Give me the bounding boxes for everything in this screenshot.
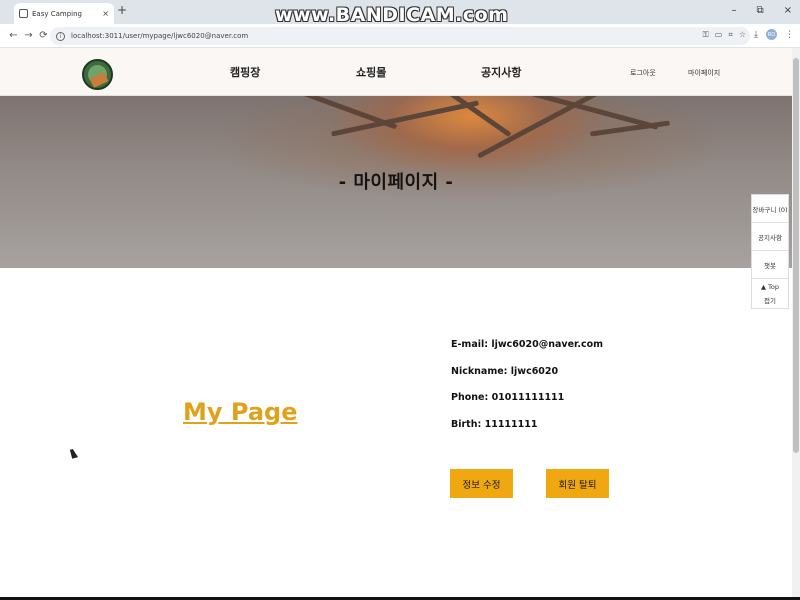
forward-icon[interactable]: → <box>21 30 36 41</box>
reload-icon[interactable]: ⟳ <box>36 30 51 41</box>
scroll-top-button[interactable]: ▲ Top <box>752 279 788 295</box>
site-info-icon[interactable]: i <box>56 31 65 41</box>
profile-avatar[interactable]: RO <box>766 29 777 40</box>
page-title: - 마이페이지 - <box>338 172 454 193</box>
browser-tab[interactable]: Easy Camping × <box>14 3 114 24</box>
mypage-heading[interactable]: My Page <box>183 398 297 426</box>
translate-icon[interactable]: ⌗ <box>728 30 733 40</box>
nav-notice[interactable]: 공지사항 <box>481 64 521 80</box>
window-controls: – ⧉ × <box>731 5 792 16</box>
menu-dots-icon[interactable]: ⋮ <box>785 30 794 40</box>
withdraw-button[interactable]: 회원 탈퇴 <box>546 469 609 498</box>
mouse-cursor-icon <box>69 448 79 459</box>
close-tab-icon[interactable]: × <box>102 9 109 18</box>
fold-menu-button[interactable]: 접기 <box>752 295 788 305</box>
hero-banner: - 마이페이지 - <box>0 96 792 268</box>
edit-info-button[interactable]: 정보 수정 <box>450 469 513 498</box>
nickname-info: Nickname: ljwc6020 <box>451 366 559 377</box>
site-favicon-icon <box>19 9 28 18</box>
camping-logo[interactable] <box>82 59 113 90</box>
nav-shop[interactable]: 쇼핑몰 <box>356 64 386 80</box>
key-icon[interactable]: ⚿ <box>703 30 709 40</box>
browser-toolbar: ← → ⟳ i localhost:3011/user/mypage/ljwc6… <box>0 24 800 48</box>
site-header: 캠핑장 쇼핑몰 공지사항 로그아웃 마이페이지 <box>0 48 792 96</box>
side-cart-button[interactable]: 장바구니 (0) <box>752 195 788 223</box>
tab-title: Easy Camping <box>32 9 82 18</box>
mypage-link[interactable]: 마이페이지 <box>688 68 720 78</box>
bookmark-star-icon[interactable]: ☆ <box>739 30 746 40</box>
logout-link[interactable]: 로그아웃 <box>630 68 656 78</box>
url-text[interactable]: localhost:3011/user/mypage/ljwc6020@nave… <box>71 32 248 40</box>
browser-tab-bar: Easy Camping × + www.BANDICAM.com – ⧉ × <box>0 0 800 26</box>
side-notice-button[interactable]: 공지사항 <box>752 223 788 251</box>
address-bar[interactable]: i localhost:3011/user/mypage/ljwc6020@na… <box>50 27 750 45</box>
birth-info: Birth: 11111111 <box>451 419 538 430</box>
minimize-icon[interactable]: – <box>731 5 736 16</box>
campfire-image <box>270 96 690 159</box>
floating-side-menu: 장바구니 (0) 공지사항 챗봇 ▲ Top 접기 <box>751 194 789 309</box>
side-chatbot-button[interactable]: 챗봇 <box>752 251 788 279</box>
restore-icon[interactable]: ⧉ <box>756 5 763 16</box>
phone-info: Phone: 01011111111 <box>451 392 565 403</box>
nav-campsite[interactable]: 캠핑장 <box>230 64 260 80</box>
install-icon[interactable]: ▭ <box>715 30 723 40</box>
close-window-icon[interactable]: × <box>784 5 792 16</box>
scrollbar-thumb[interactable] <box>793 58 799 453</box>
back-icon[interactable]: ← <box>6 30 21 41</box>
download-icon[interactable]: ⤓ <box>754 30 758 40</box>
email-info: E-mail: ljwc6020@naver.com <box>451 339 604 350</box>
page-scrollbar[interactable] <box>792 48 800 600</box>
bandicam-watermark: www.BANDICAM.com <box>275 4 509 26</box>
new-tab-button[interactable]: + <box>117 3 127 17</box>
